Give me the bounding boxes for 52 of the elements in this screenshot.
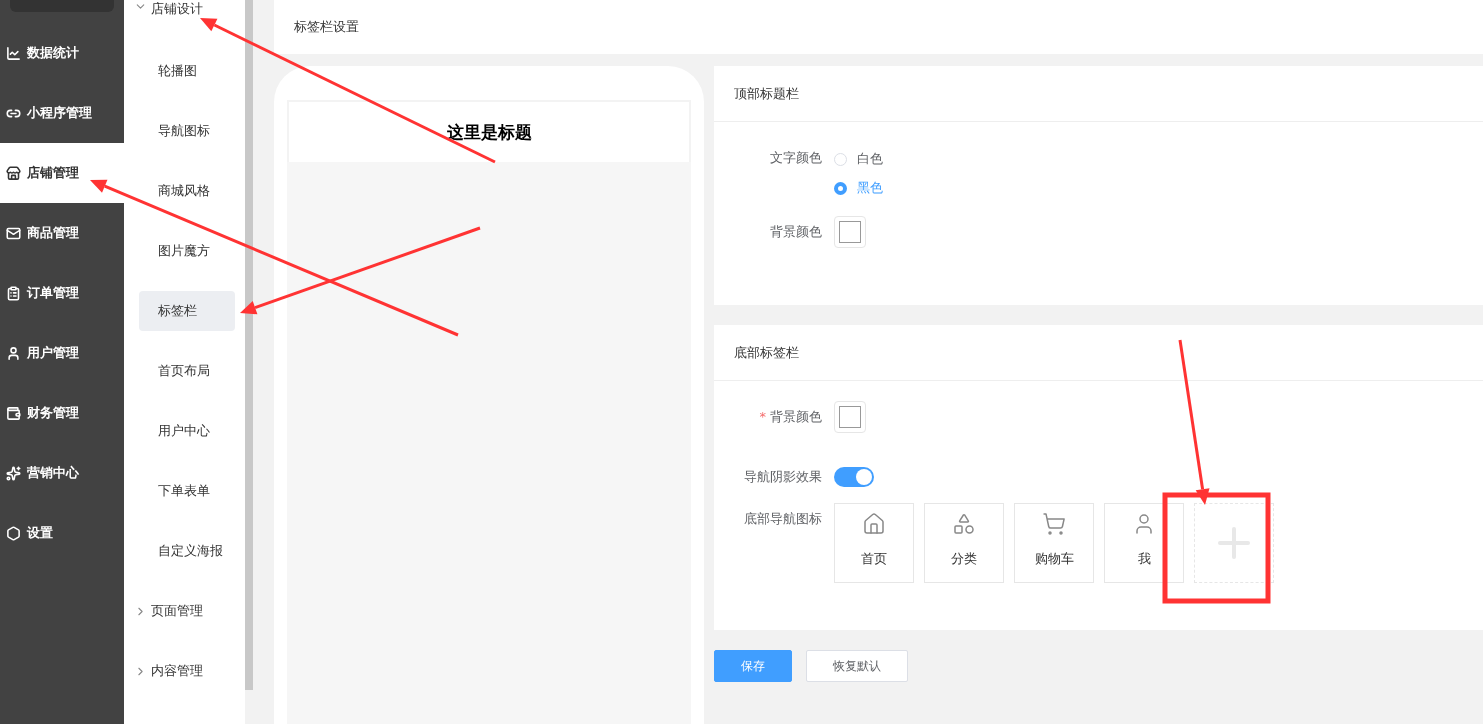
radio-option[interactable]: 白色 <box>834 150 883 168</box>
preview-title: 这里是标题 <box>287 100 691 162</box>
menu-item-icon <box>6 525 21 541</box>
nav-icon-tile[interactable]: 分类 <box>924 503 1004 583</box>
sidebar-item[interactable]: 财务管理 <box>0 383 124 443</box>
page-title: 标签栏设置 <box>274 0 1483 54</box>
menu-item-icon <box>6 405 21 421</box>
field-label: 底部导航图标 <box>743 510 823 528</box>
nav-icon-tile[interactable]: 我 <box>1104 503 1184 583</box>
submenu-item[interactable]: 下单表单 <box>139 471 235 511</box>
menu-item-icon <box>6 465 21 481</box>
color-picker[interactable] <box>834 401 866 433</box>
sidebar-item[interactable]: 营销中心 <box>0 443 124 503</box>
submenu-item[interactable]: 图片魔方 <box>139 231 235 271</box>
submenu-group[interactable]: 页面管理 <box>124 581 245 641</box>
panel-heading: 底部标签栏 <box>714 325 1483 381</box>
submenu-item[interactable]: 商城风格 <box>139 171 235 211</box>
submenu-item[interactable]: 首页布局 <box>139 351 235 391</box>
field-label: * 背景颜色 <box>758 408 823 426</box>
submenu-group[interactable]: 内容管理 <box>124 641 245 701</box>
toggle-switch[interactable] <box>834 467 874 487</box>
field-label: 文字颜色 <box>769 149 823 167</box>
nav-icon-tile[interactable]: 首页 <box>834 503 914 583</box>
submenu-item[interactable]: 导航图标 <box>139 111 235 151</box>
menu-item-icon <box>6 285 21 301</box>
nav-icon-tile[interactable]: 购物车 <box>1014 503 1094 583</box>
nav-icon <box>952 512 976 536</box>
add-tile[interactable] <box>1194 503 1274 583</box>
field-label: 背景颜色 <box>769 223 823 241</box>
sidebar-item[interactable]: 用户管理 <box>0 323 124 383</box>
sidebar-item[interactable]: 数据统计 <box>0 23 124 83</box>
nav-icon <box>862 512 886 536</box>
submenu-item[interactable]: 轮播图 <box>139 51 235 91</box>
submenu-group[interactable]: 店铺设计 <box>124 0 245 41</box>
submenu-item[interactable]: 用户中心 <box>139 411 235 451</box>
color-picker[interactable] <box>834 216 866 248</box>
menu-item-icon <box>6 45 21 61</box>
scrollbar[interactable] <box>245 0 253 690</box>
sidebar-item[interactable]: 店铺管理 <box>0 143 124 203</box>
sidebar-item[interactable]: 小程序管理 <box>0 83 124 143</box>
menu-item-icon <box>6 225 21 241</box>
menu-item-icon <box>6 165 21 181</box>
sidebar-item[interactable]: 商品管理 <box>0 203 124 263</box>
nav-icon <box>1042 512 1066 536</box>
submenu-item[interactable]: 自定义海报 <box>139 531 235 571</box>
sidebar-item[interactable]: 设置 <box>0 503 124 563</box>
field-label: 导航阴影效果 <box>743 468 823 486</box>
reset-button[interactable]: 恢复默认 <box>806 650 908 682</box>
panel-heading: 顶部标题栏 <box>714 66 1483 122</box>
submenu-item[interactable]: 标签栏 <box>139 291 235 331</box>
sidebar-item[interactable]: 订单管理 <box>0 263 124 323</box>
menu-item-icon <box>6 345 21 361</box>
